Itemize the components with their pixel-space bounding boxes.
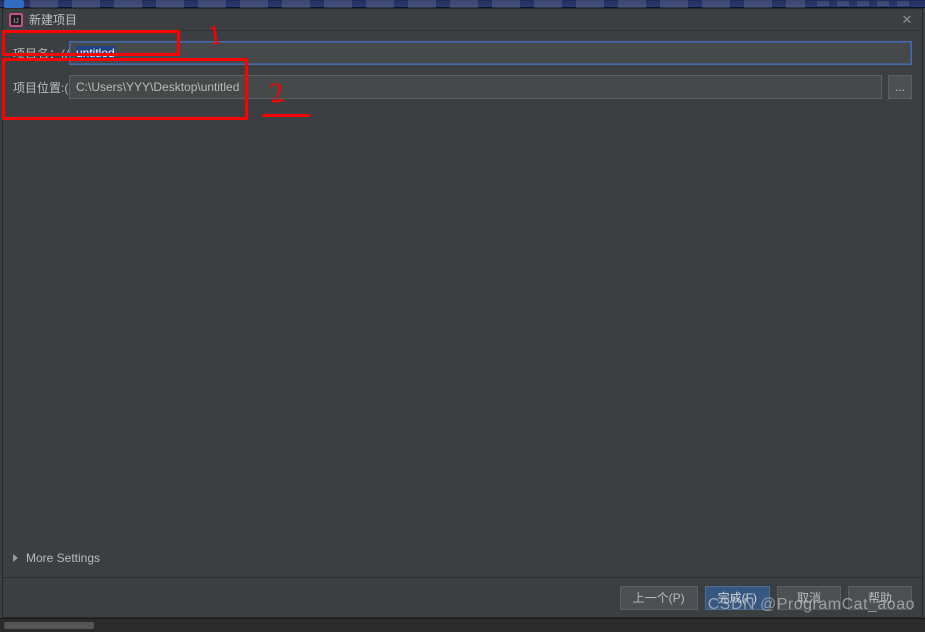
project-name-row: 项目名：(A) [13,41,912,65]
more-settings-label: More Settings [26,551,100,565]
browse-button[interactable]: ... [888,75,912,99]
dialog-footer: 上一个(P) 完成(F) 取消 帮助 [3,577,922,617]
project-location-input[interactable] [69,75,882,99]
content-spacer [13,109,912,547]
more-settings-toggle[interactable]: More Settings [13,547,912,573]
previous-button[interactable]: 上一个(P) [620,586,698,610]
project-name-input[interactable] [69,41,912,65]
bg-menu-items [30,0,805,8]
cancel-button[interactable]: 取消 [777,586,841,610]
bg-app-icon [4,0,24,8]
project-name-label: 项目名：(A) [13,45,69,62]
dialog-titlebar: IJ 新建项目 ✕ [3,9,922,31]
project-location-row: 项目位置:(L) ... [13,75,912,99]
project-location-label: 项目位置:(L) [13,79,69,96]
app-icon: IJ [9,13,23,27]
scrollbar-thumb[interactable] [4,622,94,629]
help-button[interactable]: 帮助 [848,586,912,610]
dialog-title: 新建项目 [29,11,77,28]
finish-button[interactable]: 完成(F) [705,586,770,610]
dialog-content: 项目名：(A) 项目位置:(L) ... More Settings [3,31,922,577]
bottom-scrollbar[interactable] [0,618,925,632]
bg-right-items [817,1,917,6]
svg-text:IJ: IJ [13,18,18,25]
background-menubar [0,0,925,8]
close-icon[interactable]: ✕ [898,11,916,29]
new-project-dialog: IJ 新建项目 ✕ 项目名：(A) 项目位置:(L) ... More Sett… [2,8,923,618]
chevron-right-icon [13,554,18,562]
